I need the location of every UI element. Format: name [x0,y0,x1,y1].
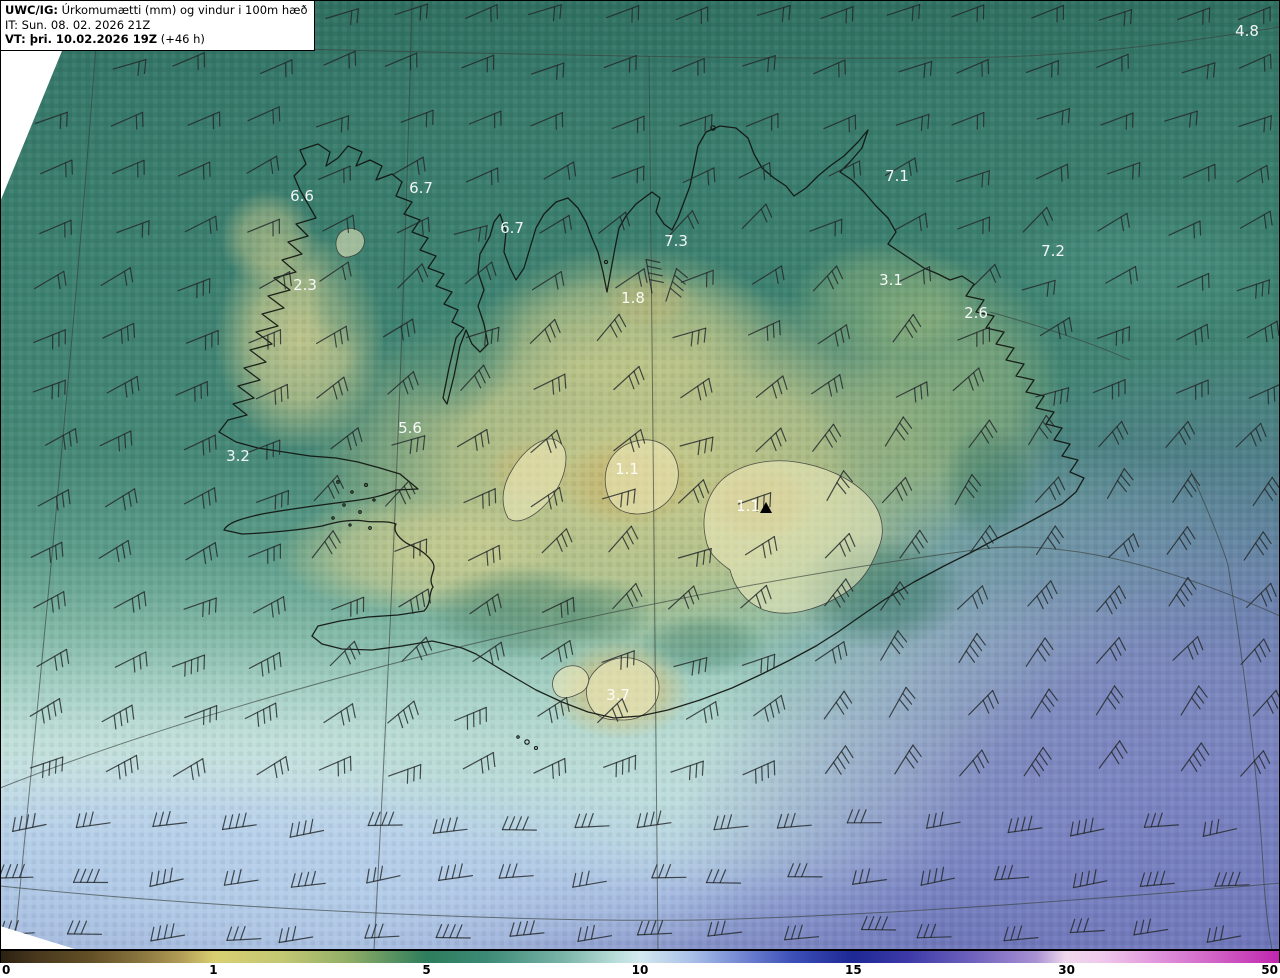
precip-value-label: 3.2 [226,447,250,465]
colorbar-tick-label: 1 [209,963,218,977]
map-title-line1: UWC/IG: Úrkomumætti (mm) og vindur i 100… [5,3,308,18]
precip-value-label: 5.6 [398,419,422,437]
precip-value-label: 3.7 [606,686,630,704]
precip-value-label: 3.1 [879,271,903,289]
precip-value-label: 6.6 [290,187,314,205]
colorbar-tick-label: 5 [422,963,431,977]
map-title-box: UWC/IG: Úrkomumætti (mm) og vindur i 100… [0,0,315,51]
colorbar-tick-label: 10 [631,963,649,977]
precip-value-label: 6.7 [500,219,524,237]
precip-value-label: 2.3 [293,276,317,294]
precip-value-label: 7.3 [664,232,688,250]
colorbar-tick-labels: 0 1 5 10 15 30 50 [0,963,1280,978]
colorbar-tick-label: 30 [1058,963,1075,977]
model-id-label: UWC/IG: [5,3,58,17]
map-area: 4.8 6.6 6.7 6.7 7.1 7.3 7.2 3.1 2.6 2.3 1.8 5.6 3.2 1… [0,0,1280,950]
precip-value-label: 1.1 [615,460,639,478]
precip-value-label: 7.2 [1041,242,1065,260]
precip-value-label: 1.8 [621,289,645,307]
precip-value-label: 1.1 [736,497,760,515]
colorbar-tick-label: 50 [1261,963,1278,977]
map-init-time: IT: Sun. 08. 02. 2026 21Z [5,17,151,32]
map-valid-time: VT: þri. 10.02.2026 19Z (+46 h) [5,32,308,47]
colorbar-tick-label: 15 [845,963,862,977]
precip-value-label: 7.1 [885,167,909,185]
colorbar-gradient [0,950,1280,964]
colorbar-tick-label: 0 [2,963,11,977]
map-title-text: Úrkomumætti (mm) og vindur i 100m hæð [57,3,308,17]
precipitation-colorbar: 0 1 5 10 15 30 50 [0,950,1280,978]
precip-value-label: 2.6 [964,304,988,322]
precip-value-label: 4.8 [1235,22,1259,40]
valid-time-offset: (+46 h) [157,32,205,46]
map-canvas: 4.8 6.6 6.7 6.7 7.1 7.3 7.2 3.1 2.6 2.3 1.8 5.6 3.2 1… [0,0,1280,950]
valid-time-bold: VT: þri. 10.02.2026 19Z [5,32,158,46]
weather-map-stage: 4.8 6.6 6.7 6.7 7.1 7.3 7.2 3.1 2.6 2.3 1.8 5.6 3.2 1… [0,0,1280,978]
precip-value-label: 6.7 [409,179,433,197]
